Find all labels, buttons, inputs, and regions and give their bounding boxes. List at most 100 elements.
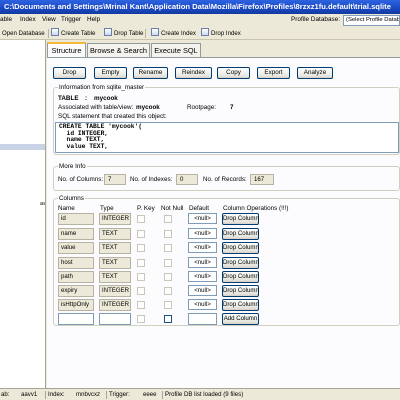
- drop-column-button[interactable]: Drop Column: [222, 285, 259, 297]
- sql-statement-box[interactable]: CREATE TABLE 'mycook'( id INTEGER, name …: [55, 122, 399, 153]
- not-null-checkbox[interactable]: [164, 259, 172, 267]
- more-info-legend: More Info: [58, 163, 87, 170]
- num-indexes-value: 0: [176, 174, 198, 185]
- menu-help[interactable]: Help: [87, 14, 100, 26]
- empty-button[interactable]: Empty: [94, 67, 127, 79]
- tab-browse-search[interactable]: Browse & Search: [87, 43, 150, 57]
- column-header-name: Name: [58, 205, 75, 212]
- primary-key-checkbox[interactable]: [137, 230, 145, 238]
- drop-button[interactable]: Drop: [53, 67, 86, 79]
- menu-bar: able Index View Trigger Help Profile Dat…: [0, 14, 400, 26]
- menu-table[interactable]: able: [0, 14, 12, 26]
- not-null-checkbox[interactable]: [164, 287, 172, 295]
- create-index-label: Create Index: [161, 30, 196, 37]
- column-name-cell: isHttpOnly: [58, 299, 94, 311]
- menu-trigger[interactable]: Trigger: [61, 14, 81, 26]
- default-value-field[interactable]: <null>: [188, 271, 217, 282]
- toolbar-separator: [145, 29, 146, 38]
- not-null-checkbox[interactable]: [164, 230, 172, 238]
- primary-key-checkbox[interactable]: [137, 259, 145, 267]
- default-value-field[interactable]: <null>: [188, 228, 217, 239]
- column-type-cell: TEXT: [99, 271, 131, 283]
- drop-column-button[interactable]: Drop Column: [222, 213, 259, 225]
- profile-database-select[interactable]: (Select Profile Database): [343, 15, 400, 26]
- default-value-field[interactable]: <null>: [188, 242, 217, 253]
- create-table-label: Create Table: [61, 30, 96, 37]
- primary-key-checkbox[interactable]: [137, 244, 145, 252]
- analyze-button[interactable]: Analyze: [297, 67, 333, 79]
- num-indexes-label: No. of Indexes:: [130, 176, 173, 183]
- copy-button[interactable]: Copy: [217, 67, 250, 79]
- toolbar: Open Database Create Table Drop Table Cr…: [0, 27, 400, 40]
- drop-column-button[interactable]: Drop Column: [222, 242, 259, 254]
- status-db-label: ab:: [1, 391, 10, 398]
- reindex-button[interactable]: Reindex: [175, 67, 212, 79]
- object-type: TABLE: [58, 95, 79, 102]
- status-separator: [45, 391, 46, 399]
- new-primary-key-checkbox[interactable]: [137, 315, 145, 323]
- not-null-checkbox[interactable]: [164, 301, 172, 309]
- menu-view[interactable]: View: [42, 14, 56, 26]
- status-separator: [106, 391, 107, 399]
- num-records-label: No. of Records:: [203, 176, 247, 183]
- tab-structure[interactable]: Structure: [47, 42, 86, 57]
- column-header-notnull: Not Null: [161, 205, 184, 212]
- new-default-value-input[interactable]: [188, 313, 217, 325]
- drop-column-button[interactable]: Drop Column: [222, 228, 259, 240]
- column-type-cell: TEXT: [99, 228, 131, 240]
- column-name-cell: host: [58, 257, 94, 269]
- column-name-cell: path: [58, 271, 94, 283]
- primary-key-checkbox[interactable]: [137, 287, 145, 295]
- status-trigger-label: Trigger:: [109, 391, 130, 398]
- drop-column-button[interactable]: Drop Column: [222, 271, 259, 283]
- add-column-button[interactable]: Add Column: [222, 313, 259, 325]
- num-columns-value: 7: [104, 174, 126, 185]
- create-index-button[interactable]: Create Index: [150, 28, 196, 39]
- primary-key-checkbox[interactable]: [137, 273, 145, 281]
- default-value-field[interactable]: <null>: [188, 213, 217, 224]
- schema-tree-panel[interactable]: as ewtable_1 saadd_1: [0, 40, 46, 388]
- rootpage-value: 7: [230, 104, 234, 111]
- drop-column-button[interactable]: Drop Column: [222, 299, 259, 311]
- more-info-group: More Info No. of Columns: 7 No. of Index…: [53, 163, 400, 191]
- new-not-null-checkbox[interactable]: [164, 315, 172, 323]
- primary-key-checkbox[interactable]: [137, 215, 145, 223]
- columns-legend: Columns: [58, 195, 85, 202]
- column-header-type: Type: [100, 205, 114, 212]
- drop-table-button[interactable]: Drop Table: [103, 28, 143, 39]
- status-index-label: Index:: [48, 391, 65, 398]
- column-name-cell: value: [58, 242, 94, 254]
- column-type-cell: INTEGER: [99, 299, 131, 311]
- column-header-pkey: P. Key: [137, 205, 155, 212]
- drop-column-button[interactable]: Drop Column: [222, 257, 259, 269]
- drop-index-button[interactable]: Drop Index: [200, 28, 241, 39]
- tab-execute-sql[interactable]: Execute SQL: [151, 43, 201, 57]
- tree-item-truncated[interactable]: as: [40, 201, 45, 207]
- selected-tree-item[interactable]: [0, 144, 45, 150]
- rootpage-label: Rootpage:: [187, 104, 217, 111]
- default-value-field[interactable]: <null>: [188, 257, 217, 268]
- column-name-cell: id: [58, 213, 94, 225]
- export-button[interactable]: Export: [257, 67, 290, 79]
- sqlite-master-info-group: Information from sqlite_master TABLE : m…: [53, 84, 400, 155]
- not-null-checkbox[interactable]: [164, 273, 172, 281]
- create-index-icon: [151, 28, 159, 36]
- associated-value: mycook: [136, 104, 160, 111]
- status-db-value: aavv1: [21, 391, 38, 398]
- primary-key-checkbox[interactable]: [137, 301, 145, 309]
- status-separator: [162, 391, 163, 399]
- not-null-checkbox[interactable]: [164, 215, 172, 223]
- open-database-button[interactable]: Open Database: [1, 28, 45, 39]
- object-name: mycook: [94, 95, 118, 102]
- open-database-label: Open Database: [2, 30, 45, 37]
- default-value-field[interactable]: <null>: [188, 299, 217, 310]
- create-table-button[interactable]: Create Table: [50, 28, 95, 39]
- rename-button[interactable]: Rename: [133, 67, 168, 79]
- not-null-checkbox[interactable]: [164, 244, 172, 252]
- default-value-field[interactable]: <null>: [188, 285, 217, 296]
- new-column-type-input[interactable]: [99, 313, 131, 325]
- num-columns-label: No. of Columns:: [58, 176, 104, 183]
- menu-index[interactable]: Index: [20, 14, 36, 26]
- column-type-cell: TEXT: [99, 242, 131, 254]
- new-column-name-input[interactable]: [58, 313, 94, 325]
